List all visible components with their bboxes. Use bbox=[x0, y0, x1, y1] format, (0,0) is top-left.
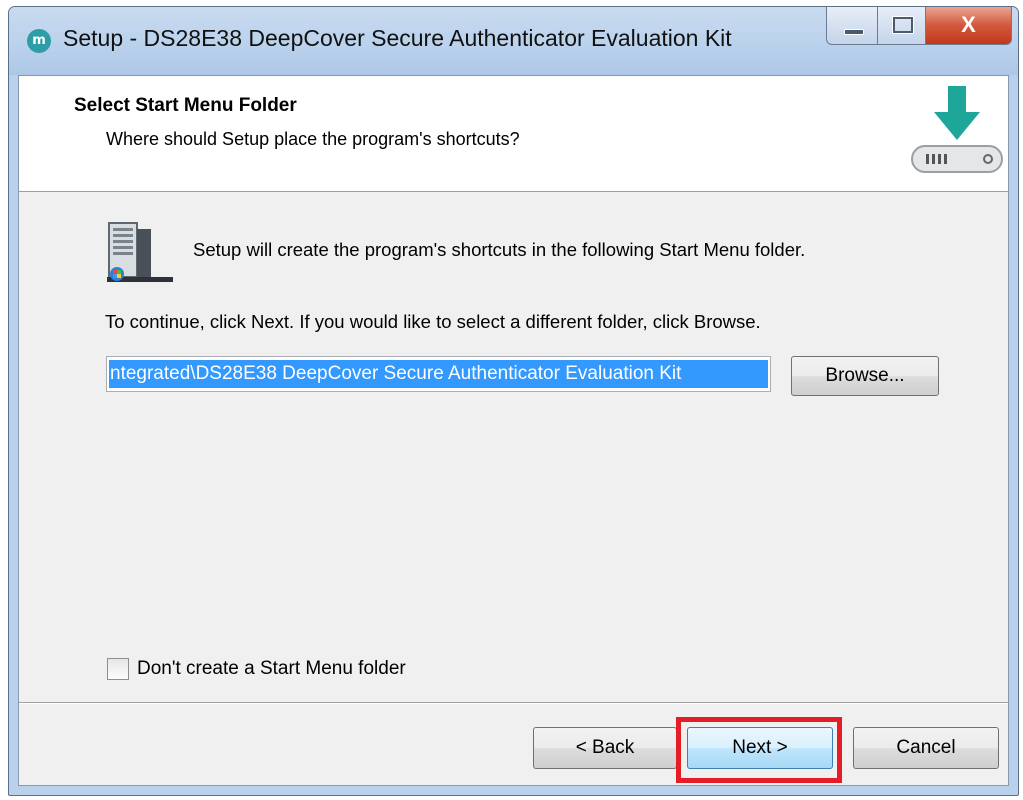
title-bar[interactable]: m Setup - DS28E38 DeepCover Secure Authe… bbox=[9, 7, 1018, 75]
window-controls: X bbox=[826, 7, 1012, 47]
minimize-icon bbox=[844, 29, 864, 35]
next-button-highlight bbox=[676, 717, 842, 783]
footer-separator bbox=[19, 702, 1008, 704]
setup-window: m Setup - DS28E38 DeepCover Secure Authe… bbox=[8, 6, 1019, 796]
start-menu-folder-input[interactable]: ntegrated\DS28E38 DeepCover Secure Authe… bbox=[106, 356, 771, 392]
close-button[interactable]: X bbox=[926, 7, 1012, 45]
maximize-icon bbox=[892, 16, 914, 34]
continue-instructions: To continue, click Next. If you would li… bbox=[105, 311, 761, 332]
maxim-logo-icon: m bbox=[27, 29, 51, 53]
page-subtitle: Where should Setup place the program's s… bbox=[106, 129, 520, 149]
cancel-button-label: Cancel bbox=[896, 737, 956, 758]
info-text: Setup will create the program's shortcut… bbox=[193, 239, 806, 260]
no-start-menu-folder-label[interactable]: Don't create a Start Menu folder bbox=[137, 658, 406, 680]
folder-input-value: ntegrated\DS28E38 DeepCover Secure Authe… bbox=[109, 360, 768, 388]
browse-button-label: Browse... bbox=[825, 365, 905, 386]
start-menu-folder-icon bbox=[107, 222, 173, 282]
no-start-menu-folder-checkbox[interactable] bbox=[107, 658, 129, 680]
install-download-icon bbox=[911, 86, 1003, 173]
maximize-button[interactable] bbox=[878, 7, 926, 45]
page-title: Select Start Menu Folder bbox=[74, 95, 297, 116]
cancel-button[interactable]: Cancel bbox=[853, 727, 999, 769]
close-icon: X bbox=[961, 12, 976, 37]
back-button[interactable]: < Back bbox=[533, 727, 677, 769]
browse-button[interactable]: Browse... bbox=[791, 356, 939, 396]
minimize-button[interactable] bbox=[826, 7, 878, 45]
wizard-content: Select Start Menu Folder Where should Se… bbox=[18, 75, 1009, 786]
wizard-header: Select Start Menu Folder Where should Se… bbox=[19, 76, 1008, 192]
back-button-label: < Back bbox=[575, 737, 635, 758]
window-title: Setup - DS28E38 DeepCover Secure Authent… bbox=[63, 25, 732, 51]
